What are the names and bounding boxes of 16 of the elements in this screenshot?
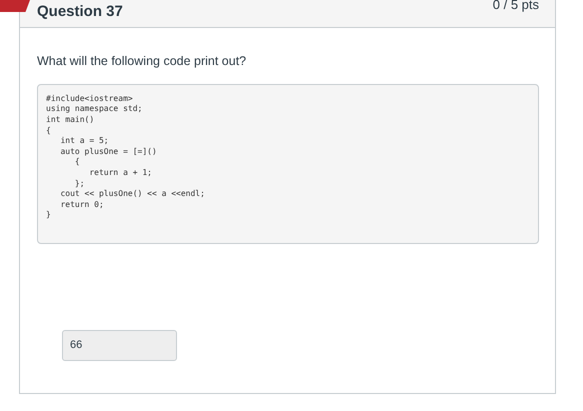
code-line: { (74, 157, 80, 168)
code-line: return a + 1; (88, 168, 152, 178)
code-line: int a = 5; (59, 136, 109, 147)
code-line: cout << plusOne() << a <<endl; (59, 189, 205, 200)
answer-field[interactable]: 66 (62, 330, 177, 361)
code-line: return 0; (59, 200, 104, 210)
code-line: } (46, 210, 51, 221)
code-line: auto plusOne = [=]() (59, 146, 157, 158)
code-line: int main() (46, 114, 94, 126)
code-line: using namespace std; (46, 104, 142, 115)
code-line: #include<iostream> (46, 94, 133, 104)
question-flag (0, 0, 30, 12)
question-title: Question 37 (37, 2, 123, 22)
code-line: { (46, 126, 51, 136)
question-text: What will the following code print out? (37, 53, 248, 70)
code-line: }; (74, 178, 85, 190)
